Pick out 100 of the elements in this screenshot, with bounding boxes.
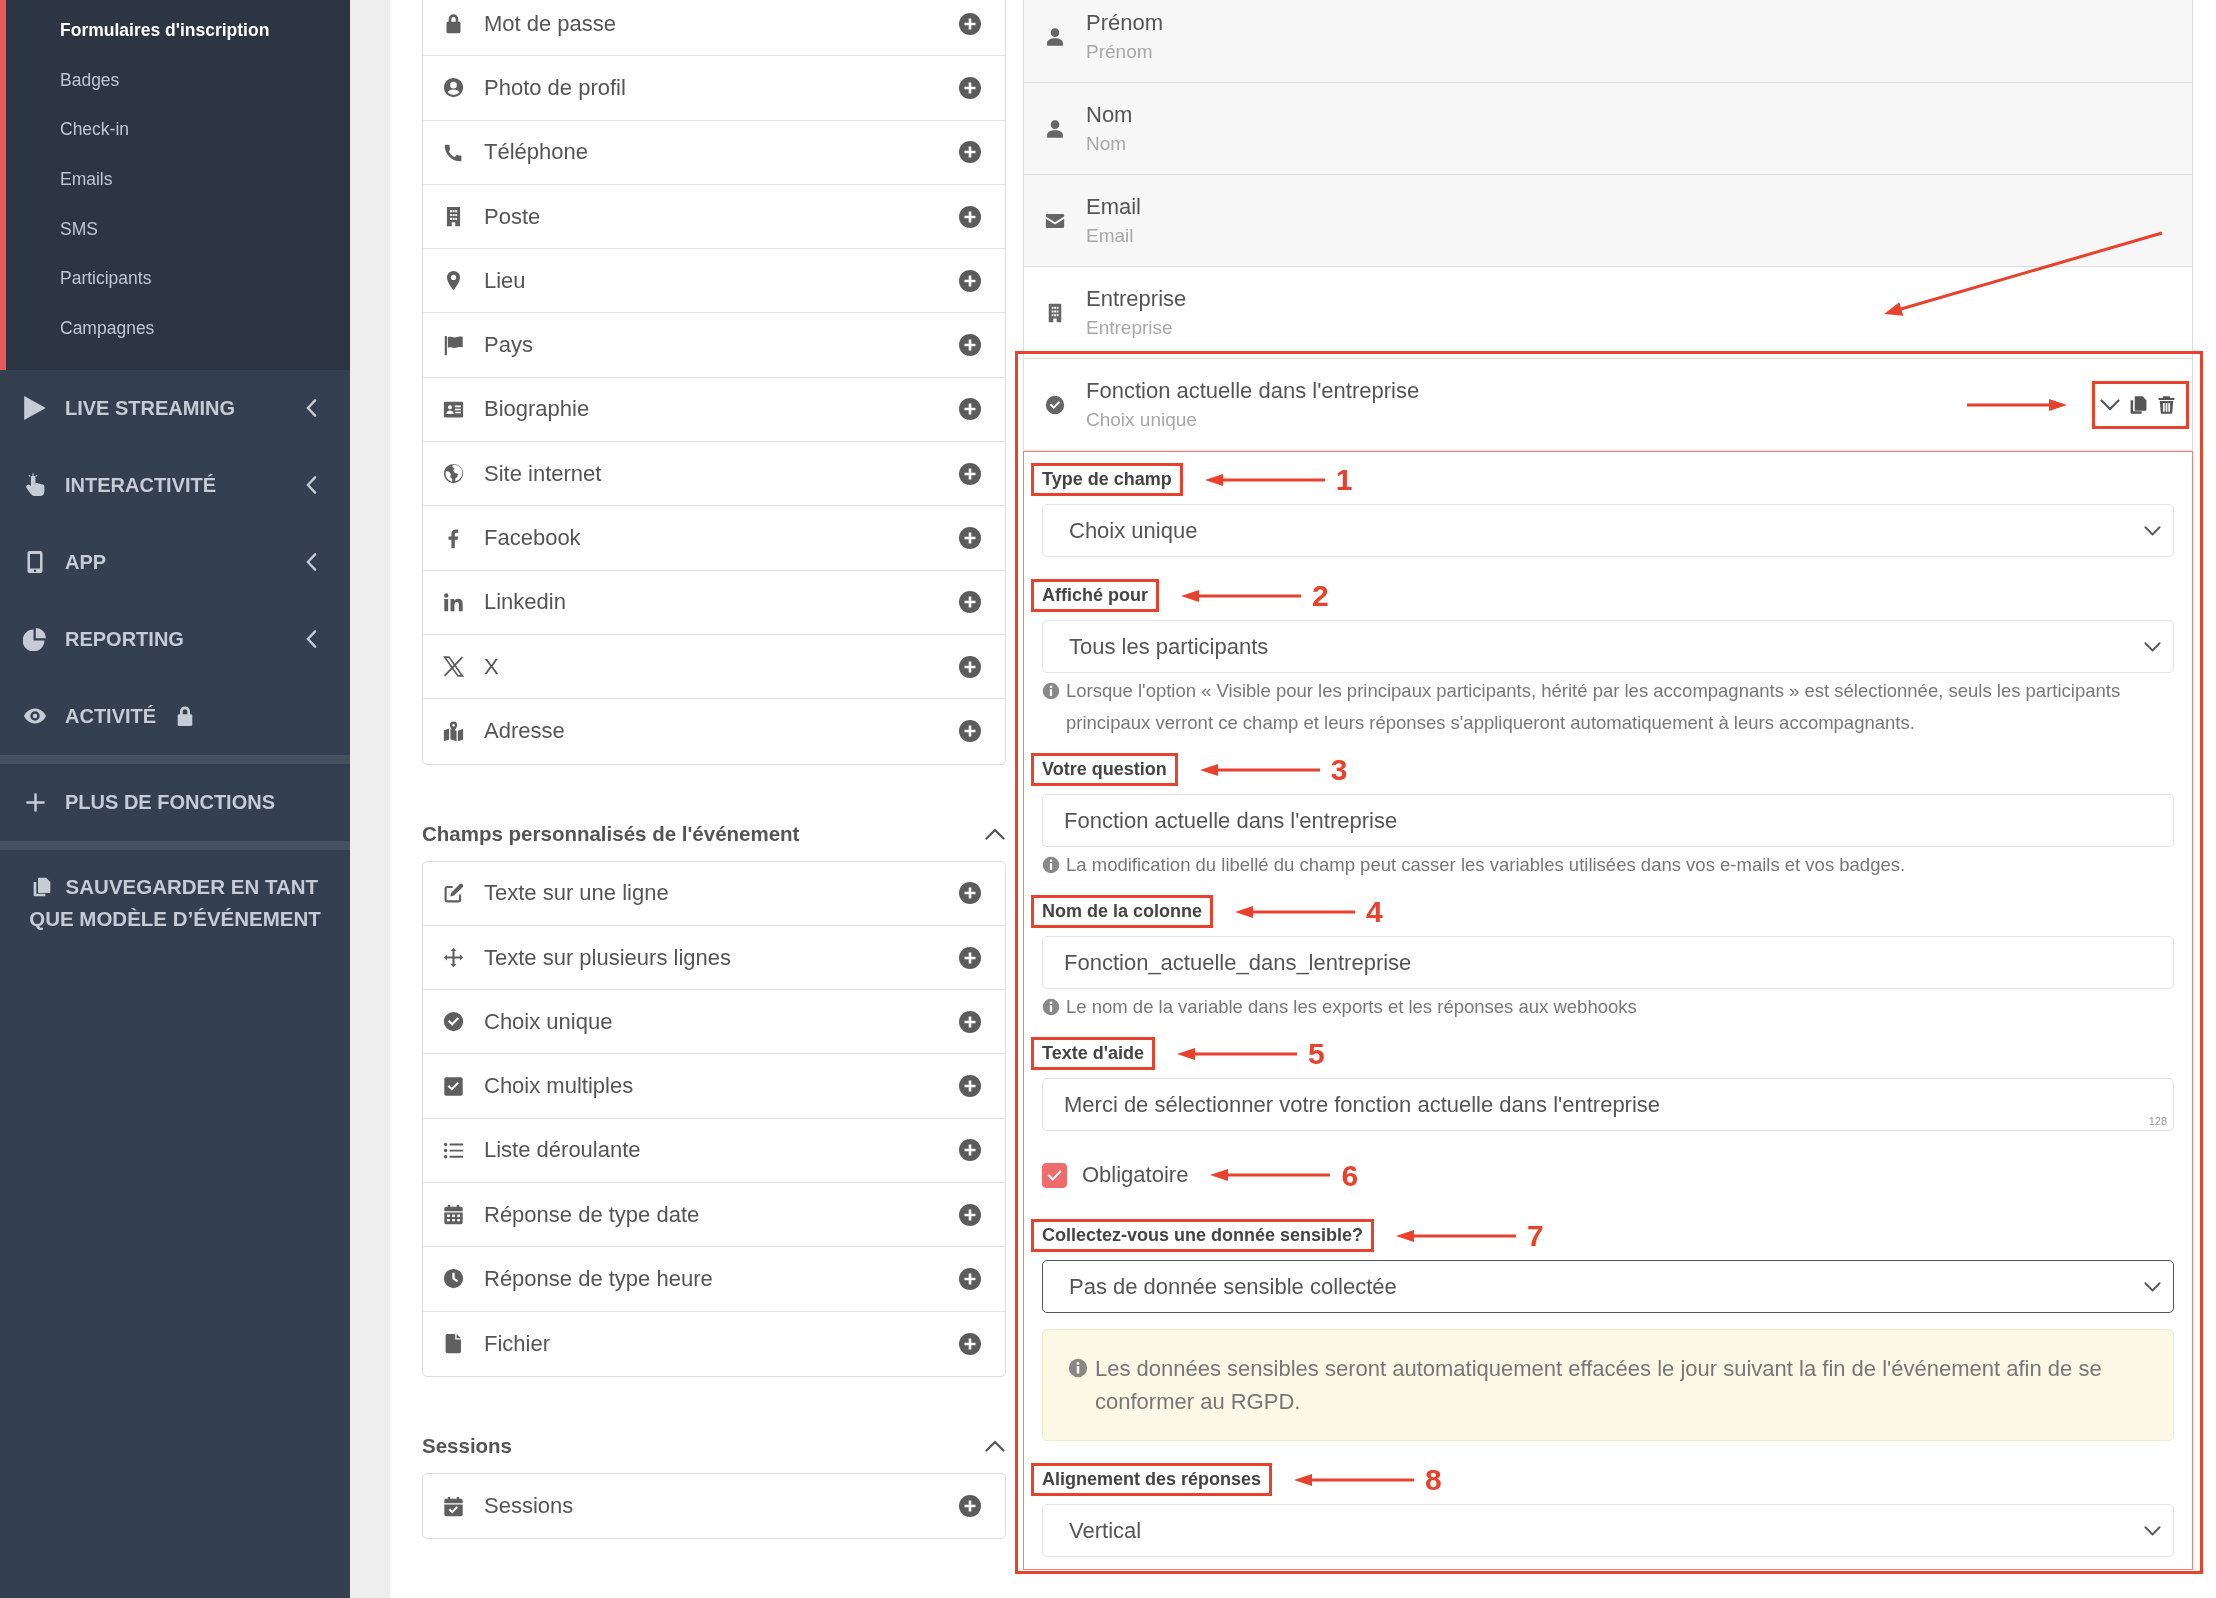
user-icon: [1045, 26, 1065, 47]
field-type-label: Facebook: [484, 525, 582, 551]
chevron-up-icon[interactable]: [985, 827, 1005, 840]
trash-icon[interactable]: [2157, 393, 2176, 416]
form-field-row[interactable]: Prénom Prénom: [1023, 0, 2193, 83]
add-icon[interactable]: [958, 1331, 982, 1356]
add-icon[interactable]: [958, 1202, 982, 1227]
hand-pointer-icon: [23, 473, 47, 498]
field-type-label: Adresse: [484, 718, 566, 745]
form-field-row[interactable]: Nom Nom: [1023, 83, 2193, 175]
section-title: Sessions: [422, 1433, 513, 1458]
callout-number: 8: [1425, 1463, 1442, 1496]
add-icon[interactable]: [958, 11, 982, 36]
submenu-link[interactable]: Campagnes: [6, 304, 350, 354]
save-template-link[interactable]: SAUVEGARDER EN TANT QUE MODÈLE D’ÉVÉNEMENT: [0, 849, 350, 956]
add-icon[interactable]: [958, 1138, 982, 1163]
nav-item[interactable]: PLUS DE FONCTIONS: [0, 763, 350, 841]
text-field[interactable]: Fonction actuelle dans l'entreprise: [1042, 794, 2174, 847]
nav-item[interactable]: APP: [0, 523, 350, 601]
chevron-down-icon: [2144, 525, 2161, 536]
field-type-label: Poste: [484, 203, 542, 230]
field-type-subtitle: Nom: [1086, 131, 1127, 156]
add-icon[interactable]: [958, 654, 982, 679]
nav-item[interactable]: LIVE STREAMING: [0, 369, 350, 447]
field-title: Fonction actuelle dans l'entreprise: [1086, 376, 1420, 405]
select-field[interactable]: Pas de donnée sensible collectée: [1042, 1260, 2174, 1313]
add-icon[interactable]: [958, 590, 982, 615]
field-type-label: Liste déroulante: [484, 1137, 642, 1164]
submenu-link[interactable]: Badges: [6, 55, 350, 106]
help-text: Le nom de la variable dans les exports et les réponses aux webhooks: [1066, 995, 1638, 1019]
chevron-down-icon: [2144, 1525, 2161, 1536]
field-type-subtitle: Email: [1086, 223, 1134, 248]
field-title: Email: [1086, 192, 1141, 221]
text-field[interactable]: Fonction_actuelle_dans_lentreprise: [1042, 936, 2174, 989]
calendar-icon: [443, 1204, 464, 1226]
notice-text: Les données sensibles seront automatiquement effacées le jour suivant la fin de l'événement afin de se conformer au RGPD.: [1095, 1355, 2103, 1416]
info-icon: [1068, 1358, 1088, 1378]
letter-x-icon: [443, 656, 464, 678]
add-icon[interactable]: [958, 719, 982, 744]
field-type-label: Lieu: [484, 267, 527, 294]
nav-item[interactable]: ACTIVITÉ: [0, 677, 350, 755]
plus-icon: [25, 792, 45, 812]
field-type-label: Texte sur une ligne: [484, 880, 670, 907]
field-type-label: Site internet: [484, 460, 603, 487]
add-icon[interactable]: [958, 526, 982, 550]
add-icon[interactable]: [958, 75, 982, 100]
add-icon[interactable]: [958, 1267, 982, 1291]
field-type-label: Biographie: [484, 396, 591, 423]
form-field-row[interactable]: Email Email: [1023, 175, 2193, 267]
field-type-subtitle: Prénom: [1086, 39, 1153, 64]
add-icon[interactable]: [958, 881, 982, 906]
info-icon: [1042, 856, 1060, 874]
add-icon[interactable]: [958, 945, 982, 970]
add-icon[interactable]: [958, 333, 982, 358]
add-icon[interactable]: [958, 1009, 982, 1034]
add-icon[interactable]: [958, 1494, 982, 1519]
submenu-link[interactable]: SMS: [6, 204, 350, 255]
chevron-down-icon[interactable]: [2100, 398, 2120, 411]
submenu-link[interactable]: Emails: [6, 155, 350, 205]
add-icon[interactable]: [958, 204, 982, 229]
select-field[interactable]: Vertical: [1042, 1504, 2174, 1557]
form-field-row[interactable]: Entreprise Entreprise: [1023, 267, 2193, 359]
callout-number: 4: [1366, 895, 1383, 928]
field-label: Type de champ: [1031, 463, 1183, 496]
copy-icon[interactable]: [2129, 393, 2148, 416]
field-type-label: Choix multiples: [484, 1073, 635, 1100]
chevron-down-icon: [2144, 641, 2161, 652]
chevron-up-icon[interactable]: [985, 1439, 1005, 1452]
character-counter: 128: [2148, 1115, 2167, 1127]
user-icon: [1045, 118, 1065, 139]
field-label: Alignement des réponses: [1031, 1463, 1273, 1496]
checkbox[interactable]: [1042, 1162, 1067, 1188]
field-type-label: Choix unique: [484, 1008, 614, 1035]
info-icon: [1042, 998, 1060, 1016]
add-icon[interactable]: [958, 268, 982, 293]
info-icon: [1042, 682, 1060, 700]
calendar-check-icon: [443, 1495, 464, 1517]
add-icon[interactable]: [958, 397, 982, 422]
field-type-subtitle: Entreprise: [1086, 315, 1173, 340]
field-type-label: Téléphone: [484, 139, 589, 166]
add-icon[interactable]: [958, 461, 982, 486]
text-field[interactable]: Merci de sélectionner votre fonction actuelle dans l'entreprise 128: [1042, 1078, 2174, 1131]
submenu-link[interactable]: Participants: [6, 254, 350, 305]
submenu-link[interactable]: Check-in: [6, 105, 350, 156]
checkbox-label: Obligatoire: [1082, 1162, 1189, 1188]
add-icon[interactable]: [958, 1074, 982, 1099]
field-type-label: Fichier: [484, 1330, 551, 1357]
field-title: Entreprise: [1086, 284, 1187, 313]
nav-item[interactable]: REPORTING: [0, 600, 350, 678]
select-field[interactable]: Tous les participants: [1042, 620, 2174, 673]
form-field-row[interactable]: Fonction actuelle dans l'entreprise Choix unique: [1023, 359, 2193, 451]
field-type-label: Pays: [484, 332, 534, 359]
select-field[interactable]: Choix unique: [1042, 504, 2174, 557]
letters-in-icon: [443, 591, 464, 613]
field-type-label: Linkedin: [484, 589, 567, 616]
submenu-link[interactable]: Formulaires d'inscription: [6, 6, 350, 56]
nav-item[interactable]: INTERACTIVITÉ: [0, 446, 350, 524]
add-icon[interactable]: [958, 140, 982, 165]
field-label: Nom de la colonne: [1031, 895, 1214, 928]
field-title: Prénom: [1086, 8, 1164, 37]
